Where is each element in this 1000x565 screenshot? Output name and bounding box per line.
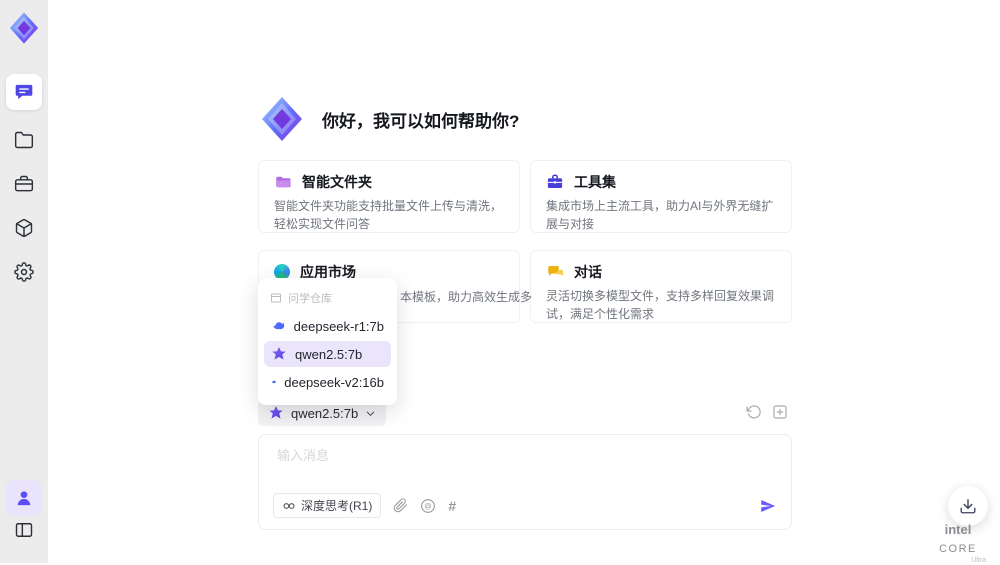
infinity-icon: [283, 502, 295, 509]
model-option-label: qwen2.5:7b: [295, 346, 363, 362]
card-desc: 智能文件夹功能支持批量文件上传与清洗，轻松实现文件问答: [274, 199, 503, 231]
greeting-logo: [258, 95, 306, 143]
repo-icon: [271, 293, 281, 303]
card-title: 智能文件夹: [302, 174, 372, 190]
sidebar-item-toolbox[interactable]: [6, 166, 42, 202]
sidebar-item-folders[interactable]: [6, 122, 42, 158]
sidebar-item-settings[interactable]: [6, 254, 42, 290]
qwen-star-icon: [272, 347, 286, 360]
user-icon: [17, 491, 31, 506]
model-option-qwen[interactable]: qwen2.5:7b: [264, 341, 391, 367]
card-dialogue[interactable]: 对话 灵活切换多模型文件，支持多样回复效果调试，满足个性化需求: [530, 250, 792, 323]
svg-text:@: @: [425, 501, 432, 510]
history-icon[interactable]: [746, 404, 762, 420]
model-selector-label: qwen2.5:7b: [291, 405, 359, 421]
card-desc-fragment: 本模板，助力高效生成多: [400, 290, 533, 304]
model-dropdown-header-label: 问学仓库: [288, 293, 332, 305]
at-circle-icon[interactable]: @: [420, 498, 436, 514]
send-button[interactable]: [759, 497, 777, 515]
briefcase-indigo-icon: [547, 174, 563, 188]
paperclip-icon[interactable]: [393, 498, 408, 513]
app-logo: [7, 11, 41, 45]
deepseek-whale-icon: [271, 380, 276, 384]
greeting-text: 你好，我可以如何帮助你?: [322, 111, 520, 131]
composer: 深度思考(R1) @ #: [258, 434, 792, 530]
chevron-down-icon: [366, 411, 375, 416]
send-icon: [761, 499, 776, 512]
model-option-deepseek-v2[interactable]: deepseek-v2:16b: [264, 369, 391, 395]
model-dropdown-header: 问学仓库: [258, 283, 397, 311]
deep-think-label: 深度思考(R1): [301, 499, 373, 513]
panel-icon: [15, 523, 33, 537]
new-chat-icon[interactable]: [772, 404, 788, 420]
gear-icon: [14, 262, 34, 282]
model-option-deepseek-r1[interactable]: deepseek-r1:7b: [264, 313, 391, 339]
intel-wordmark: intel: [944, 522, 972, 537]
sidebar-item-profile[interactable]: [6, 480, 42, 516]
intel-core-badge: intel CORE Ultra: [924, 521, 992, 565]
tier-label: Ultra: [971, 557, 986, 565]
composer-toolbar: 深度思考(R1) @ #: [273, 493, 777, 518]
greeting-row: 你好，我可以如何帮助你?: [258, 95, 519, 143]
gem-logo-icon: [9, 12, 39, 44]
card-title: 工具集: [574, 174, 616, 190]
chat-yellow-icon: [548, 266, 563, 277]
message-input[interactable]: [275, 447, 749, 464]
model-dropdown: 问学仓库 deepseek-r1:7b qwen2.5:7b deepseek-…: [258, 278, 397, 405]
card-smart-folder[interactable]: 智能文件夹 智能文件夹功能支持批量文件上传与清洗，轻松实现文件问答: [258, 160, 520, 233]
sidebar-item-models[interactable]: [6, 210, 42, 246]
deepseek-whale-icon: [273, 322, 285, 330]
card-desc: 灵活切换多模型文件，支持多样回复效果调试，满足个性化需求: [546, 289, 775, 321]
deep-think-toggle[interactable]: 深度思考(R1): [273, 493, 382, 518]
gem-logo-icon: [262, 97, 302, 141]
folder-icon: [14, 131, 34, 149]
core-wordmark: CORE: [939, 542, 977, 555]
download-button[interactable]: [948, 486, 988, 526]
briefcase-icon: [14, 175, 34, 192]
model-option-label: deepseek-v2:16b: [284, 374, 384, 390]
folder-purple-icon: [276, 176, 291, 188]
qwen-star-icon: [269, 406, 283, 419]
chat-icon: [15, 84, 33, 100]
hash-icon[interactable]: #: [448, 498, 456, 514]
card-toolset[interactable]: 工具集 集成市场上主流工具，助力AI与外界无缝扩展与对接: [530, 160, 792, 233]
card-desc: 集成市场上主流工具，助力AI与外界无缝扩展与对接: [546, 199, 774, 231]
sidebar-item-panel-toggle[interactable]: [6, 512, 42, 548]
cube-icon: [15, 218, 33, 238]
card-title: 对话: [574, 264, 602, 280]
chat-tools: [746, 404, 788, 420]
download-icon: [960, 498, 976, 514]
model-option-label: deepseek-r1:7b: [293, 318, 384, 334]
sidebar-item-chat[interactable]: [6, 74, 42, 110]
sidebar: [0, 0, 48, 563]
